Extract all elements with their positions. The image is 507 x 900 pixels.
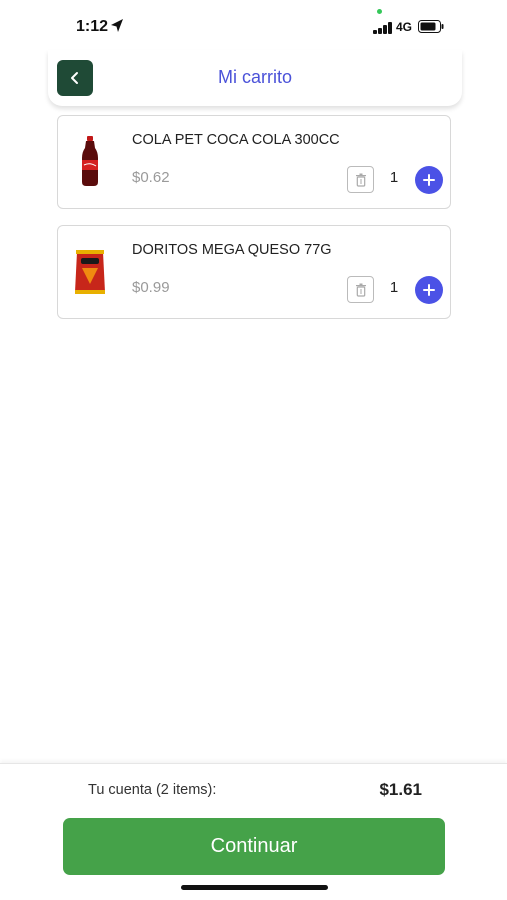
item-price: $0.62 [132,169,170,186]
item-name: COLA PET COCA COLA 300CC [132,132,340,148]
status-bar: 1:12 4G [0,0,507,50]
total-amount: $1.61 [379,780,422,799]
delete-item-button[interactable] [347,166,374,193]
trash-icon [355,173,366,187]
item-name: DORITOS MEGA QUESO 77G [132,242,332,258]
item-price: $0.99 [132,279,170,296]
item-quantity: 1 [389,169,399,186]
home-indicator[interactable] [181,885,328,890]
checkout-footer: Tu cuenta (2 items): $1.61 Continuar [0,763,507,900]
plus-icon [423,284,435,296]
network-type: 4G [396,20,413,34]
total-label: Tu cuenta (2 items): [88,782,217,798]
privacy-indicator-dot [377,9,382,14]
cart-item: COLA PET COCA COLA 300CC $0.62 1 [57,115,451,209]
plus-icon [423,174,435,186]
header-bar: Mi carrito [48,50,462,106]
increase-quantity-button[interactable] [415,276,443,304]
cellular-signal-icon [373,22,393,34]
item-quantity: 1 [389,279,399,296]
coca-cola-bottle-image [82,136,98,186]
status-time: 1:12 [76,18,109,35]
increase-quantity-button[interactable] [415,166,443,194]
delete-item-button[interactable] [347,276,374,303]
continue-button[interactable]: Continuar [63,818,445,875]
cart-item: DORITOS MEGA QUESO 77G $0.99 1 [57,225,451,319]
doritos-bag-image [75,250,105,294]
page-title: Mi carrito [217,67,292,87]
location-arrow-icon [111,19,123,32]
battery-icon [418,20,444,33]
trash-icon [355,283,366,297]
